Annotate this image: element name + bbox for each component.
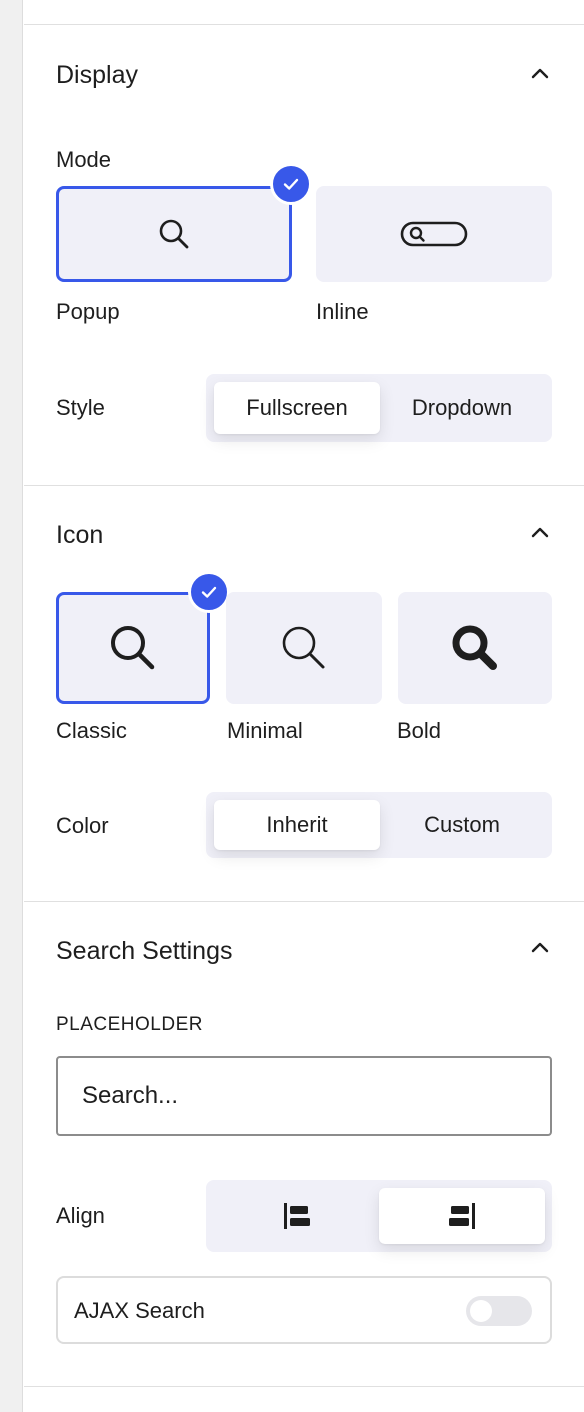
toggle-knob	[470, 1300, 492, 1322]
mode-caption-inline: Inline	[316, 299, 369, 324]
divider	[24, 24, 584, 25]
mode-option-popup[interactable]	[56, 186, 292, 282]
align-label: Align	[56, 1203, 105, 1228]
search-icon	[159, 219, 189, 249]
placeholder-input[interactable]	[56, 1056, 552, 1136]
section-title-display: Display	[56, 61, 138, 89]
icon-option-minimal[interactable]	[226, 592, 382, 704]
search-minimal-icon	[282, 626, 325, 669]
style-segmented-control: Fullscreen Dropdown	[206, 374, 552, 442]
ajax-search-label: AJAX Search	[74, 1298, 205, 1323]
search-bar-icon	[400, 221, 468, 247]
icon-caption-bold: Bold	[397, 718, 442, 743]
color-option-inherit[interactable]: Inherit	[214, 800, 380, 850]
style-option-fullscreen[interactable]: Fullscreen	[214, 382, 380, 434]
divider	[24, 485, 584, 486]
chevron-up-icon[interactable]	[528, 62, 552, 86]
chevron-up-icon[interactable]	[528, 521, 552, 545]
mode-caption-popup: Popup	[56, 299, 120, 324]
align-left-icon	[284, 1203, 310, 1229]
search-classic-icon	[111, 626, 155, 670]
icon-option-bold[interactable]	[398, 592, 552, 704]
align-option-left[interactable]	[214, 1188, 380, 1244]
section-title-icon: Icon	[56, 521, 104, 549]
divider	[24, 1386, 584, 1387]
section-title-search-settings: Search Settings	[56, 937, 233, 965]
search-bold-icon	[452, 625, 497, 670]
align-option-right[interactable]	[379, 1188, 545, 1244]
align-right-icon	[449, 1203, 475, 1229]
chevron-up-icon[interactable]	[528, 936, 552, 960]
icon-caption-minimal: Minimal	[227, 718, 303, 743]
align-segmented-control	[206, 1180, 552, 1252]
settings-panel: Display Mode Popup Inline Style Fullscre…	[24, 0, 584, 1412]
check-icon	[188, 571, 230, 613]
mode-option-inline[interactable]	[316, 186, 552, 282]
style-option-dropdown[interactable]: Dropdown	[380, 382, 544, 434]
style-label: Style	[56, 395, 105, 420]
check-icon	[270, 163, 312, 205]
mode-label: Mode	[56, 147, 112, 172]
icon-option-classic[interactable]	[56, 592, 210, 704]
color-option-custom[interactable]: Custom	[380, 800, 544, 850]
ajax-search-row: AJAX Search	[56, 1276, 552, 1344]
color-label: Color	[56, 813, 109, 838]
ajax-search-toggle[interactable]	[466, 1296, 532, 1326]
left-gutter	[0, 0, 23, 1412]
divider	[24, 901, 584, 902]
icon-caption-classic: Classic	[56, 718, 127, 743]
placeholder-label: PLACEHOLDER	[56, 1014, 203, 1035]
color-segmented-control: Inherit Custom	[206, 792, 552, 858]
